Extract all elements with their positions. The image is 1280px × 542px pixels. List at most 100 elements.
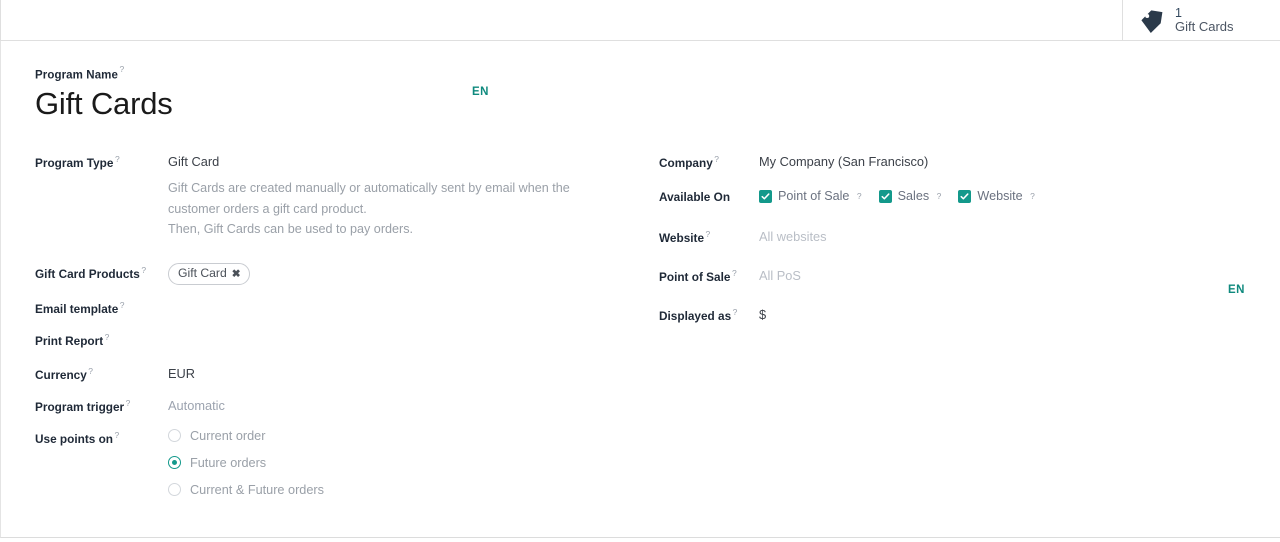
help-icon[interactable]: ? [732,268,737,278]
website-label: Website? [659,226,759,247]
field-currency: Currency? EUR [35,363,635,385]
page-title[interactable]: Gift Cards [35,87,635,121]
stat-count: 1 [1175,6,1182,21]
checkbox-website[interactable]: Website? [958,189,1035,203]
company-value[interactable]: My Company (San Francisco) [759,151,1259,171]
checkbox-label: Sales [897,189,930,203]
program-name-label-text: Program Name [35,69,119,82]
label-text: Gift Card Products [35,267,140,282]
help-icon[interactable]: ? [937,191,942,201]
print-report-label: Print Report? [35,329,168,350]
help-icon[interactable]: ? [105,332,110,342]
label-text: Displayed as [659,308,732,323]
right-column: Company? My Company (San Francisco) Avai… [659,151,1259,334]
field-use-points-on: Use points on? Current order Future orde… [35,427,635,497]
radio-label: Current & Future orders [190,482,324,497]
email-template-label: Email template? [35,297,168,318]
help-icon[interactable]: ? [126,398,131,408]
help-icon[interactable]: ? [115,430,120,440]
field-available-on: Available On Point of Sale? Sales ? Webs… [659,187,1259,209]
help-icon[interactable]: ? [714,154,719,164]
radio-future-orders[interactable]: Future orders [168,456,324,470]
available-on-label: Available On [659,190,731,204]
use-points-on-label: Use points on? [35,427,168,448]
displayed-as-value[interactable]: $ [759,304,1259,324]
help-icon[interactable]: ? [120,300,125,310]
label-text: Email template [35,301,119,316]
field-email-template: Email template? [35,297,635,319]
gift-cards-stat-button[interactable]: 1 Gift Cards [1122,0,1248,41]
stat-text: 1 Gift Cards [1175,6,1234,35]
radio-current-and-future-orders[interactable]: Current & Future orders [168,483,324,497]
radio-current-order[interactable]: Current order [168,429,324,443]
help-icon[interactable]: ? [88,366,93,376]
tag-icon [1139,8,1165,34]
field-point-of-sale: Point of Sale? All PoS [659,265,1259,287]
print-report-value[interactable] [168,329,635,330]
checkbox-label: Point of Sale [778,189,850,203]
field-program-trigger: Program trigger? Automatic [35,395,635,417]
stat-label: Gift Cards [1175,19,1234,35]
label-text: Use points on [35,431,113,446]
radio-label: Future orders [190,455,267,470]
field-website: Website? All websites [659,226,1259,248]
email-template-value[interactable] [168,297,635,298]
help-icon[interactable]: ? [733,307,738,317]
field-company: Company? My Company (San Francisco) [659,151,1259,173]
program-name-label: Program Name? [35,64,635,83]
label-text: Print Report [35,333,104,348]
checkbox-point-of-sale[interactable]: Point of Sale? [759,189,862,203]
gift-card-products-value: Gift Card ✖ [168,262,635,285]
language-badge-title[interactable]: EN [472,86,489,98]
help-icon[interactable]: ? [120,64,125,74]
field-gift-card-products: Gift Card Products? Gift Card ✖ [35,262,635,285]
program-type-label: Program Type? [35,151,168,172]
check-icon[interactable] [759,189,772,203]
help-icon[interactable]: ? [141,265,146,275]
label-text: Company [659,155,713,170]
currency-label: Currency? [35,363,168,384]
radio-icon[interactable] [168,483,181,497]
checkbox-label: Website [977,189,1023,203]
help-icon[interactable]: ? [857,191,862,201]
website-input[interactable]: All websites [759,226,1259,246]
radio-icon-selected[interactable] [168,456,181,470]
chip-label: Gift Card [178,266,227,281]
field-program-type: Program Type? Gift Card Gift Cards are c… [35,151,635,239]
label-text: Program Type [35,155,114,170]
radio-label: Current order [190,428,266,443]
check-icon[interactable] [878,189,892,203]
program-type-value-wrap: Gift Card Gift Cards are created manuall… [168,151,635,239]
close-icon[interactable]: ✖ [232,267,241,281]
program-type-value[interactable]: Gift Card [168,152,635,171]
left-column: Program Type? Gift Card Gift Cards are c… [35,151,635,507]
use-points-on-radio-group: Current order Future orders Current & Fu… [168,427,324,497]
language-badge-displayed-as[interactable]: EN [1228,284,1245,296]
help-icon[interactable]: ? [706,229,711,239]
checkbox-sales[interactable]: Sales? [878,189,942,203]
company-label: Company? [659,151,759,172]
label-text: Website [659,230,705,245]
help-icon[interactable]: ? [1030,191,1035,201]
stat-bar: 1 Gift Cards [0,0,1280,41]
check-icon[interactable] [958,189,972,203]
field-print-report: Print Report? [35,329,635,351]
product-chip[interactable]: Gift Card ✖ [168,263,250,285]
point-of-sale-input[interactable]: All PoS [759,265,1259,285]
field-displayed-as: Displayed as? $ [659,304,1259,326]
available-on-checkbox-group: Point of Sale? Sales? Website ? [759,187,1035,203]
description-line-2: customer orders a gift card product. [168,201,367,216]
form-sheet: Program Name? Gift Cards EN Program Type… [0,41,1280,538]
gift-cards-program-form: 1 Gift Cards Program Name? Gift Cards EN… [0,0,1280,542]
label-text: Program trigger [35,399,125,414]
point-of-sale-label: Point of Sale? [659,265,759,286]
currency-value[interactable]: EUR [168,363,635,383]
program-trigger-value[interactable]: Automatic [168,395,635,415]
gift-card-products-label: Gift Card Products? [35,262,168,283]
displayed-as-label: Displayed as? [659,304,759,325]
label-text: Point of Sale [659,269,731,284]
description-line-1: Gift Cards are created manually or autom… [168,181,570,196]
program-trigger-label: Program trigger? [35,395,168,416]
help-icon[interactable]: ? [115,154,120,164]
radio-icon[interactable] [168,429,181,443]
